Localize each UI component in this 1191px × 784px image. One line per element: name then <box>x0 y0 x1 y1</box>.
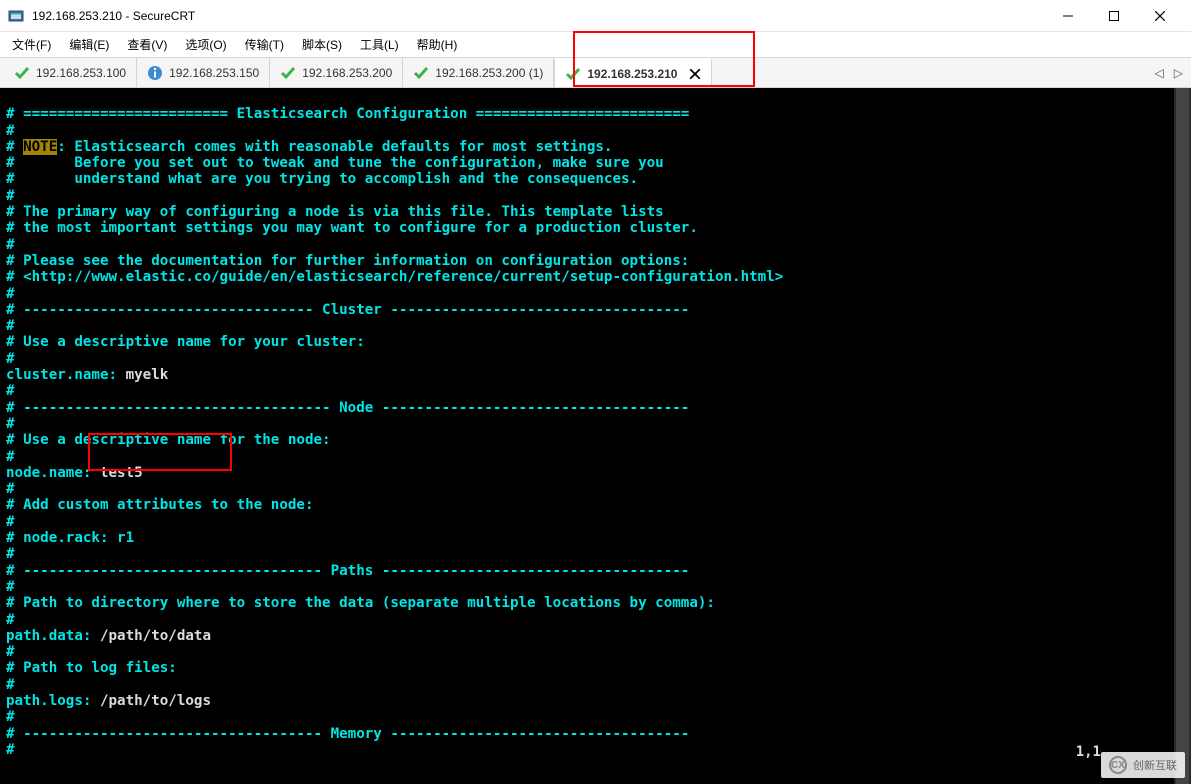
path-logs-value: /path/to/logs <box>91 693 211 709</box>
minimize-button[interactable] <box>1045 0 1091 32</box>
info-icon <box>147 65 163 81</box>
section-paths: # ----------------------------------- Pa… <box>6 563 689 579</box>
tab-label: 192.168.253.210 <box>587 67 677 81</box>
section-node: # ------------------------------------ N… <box>6 400 689 416</box>
cursor-position: 1,1 <box>1076 744 1101 760</box>
tab-scroll-left-icon[interactable]: ◁ <box>1155 66 1164 80</box>
attr-description: # Add custom attributes to the node: <box>6 497 314 513</box>
close-tab-icon[interactable] <box>689 68 701 80</box>
tab-scroll-arrows: ◁ ▷ <box>1155 58 1191 87</box>
config-header: # ======================== Elasticsearch… <box>6 106 689 122</box>
tab-session-1[interactable]: 192.168.253.150 <box>137 58 270 87</box>
window-titlebar: 192.168.253.210 - SecureCRT <box>0 0 1191 32</box>
node-name-value: test5 <box>91 465 142 481</box>
maximize-button[interactable] <box>1091 0 1137 32</box>
primary-line-2: # the most important settings you may wa… <box>6 220 698 236</box>
menu-help[interactable]: 帮助(H) <box>417 36 458 53</box>
node-description: # Use a descriptive name for the node: <box>6 432 331 448</box>
cluster-name-value: myelk <box>117 367 168 383</box>
tab-session-2[interactable]: 192.168.253.200 <box>270 58 403 87</box>
terminal-pane[interactable]: # ======================== Elasticsearch… <box>0 88 1191 784</box>
paths-description: # Path to directory where to store the d… <box>6 595 715 611</box>
watermark: CX 创新互联 <box>1101 752 1185 778</box>
check-icon <box>565 66 581 82</box>
note-label: NOTE <box>23 139 57 155</box>
node-rack-line: # node.rack: r1 <box>6 530 134 546</box>
tab-session-4[interactable]: 192.168.253.210 <box>554 58 712 87</box>
menu-file[interactable]: 文件(F) <box>12 36 51 53</box>
close-button[interactable] <box>1137 0 1183 32</box>
path-logs-key: path.logs: <box>6 693 91 709</box>
tab-scroll-right-icon[interactable]: ▷ <box>1174 66 1183 80</box>
menu-transfer[interactable]: 传输(T) <box>245 36 284 53</box>
menu-tools[interactable]: 工具(L) <box>360 36 399 53</box>
vertical-scrollbar[interactable] <box>1174 88 1191 784</box>
note-line-1: : Elasticsearch comes with reasonable de… <box>57 139 612 155</box>
note-line-3: # understand what are you trying to acco… <box>6 171 638 187</box>
cluster-description: # Use a descriptive name for your cluste… <box>6 334 365 350</box>
tab-label: 192.168.253.200 <box>302 66 392 80</box>
note-line-2: # Before you set out to tweak and tune t… <box>6 155 664 171</box>
menu-view[interactable]: 查看(V) <box>127 36 167 53</box>
tab-bar: 192.168.253.100 192.168.253.150 192.168.… <box>0 58 1191 88</box>
window-title: 192.168.253.210 - SecureCRT <box>32 9 195 23</box>
terminal-content: # ======================== Elasticsearch… <box>0 88 1191 776</box>
section-memory: # ----------------------------------- Me… <box>6 726 689 742</box>
app-icon <box>8 8 24 24</box>
doc-line-2: # <http://www.elastic.co/guide/en/elasti… <box>6 269 783 285</box>
path-data-key: path.data: <box>6 628 91 644</box>
node-name-key: node.name: <box>6 465 91 481</box>
watermark-text: 创新互联 <box>1133 757 1177 773</box>
menu-bar: 文件(F) 编辑(E) 查看(V) 选项(O) 传输(T) 脚本(S) 工具(L… <box>0 32 1191 58</box>
check-icon <box>280 65 296 81</box>
logs-description: # Path to log files: <box>6 660 177 676</box>
section-cluster: # ---------------------------------- Clu… <box>6 302 689 318</box>
menu-script[interactable]: 脚本(S) <box>302 36 342 53</box>
tab-label: 192.168.253.100 <box>36 66 126 80</box>
tab-session-0[interactable]: 192.168.253.100 <box>4 58 137 87</box>
menu-edit[interactable]: 编辑(E) <box>69 36 109 53</box>
watermark-icon: CX <box>1109 756 1127 774</box>
tab-label: 192.168.253.150 <box>169 66 259 80</box>
check-icon <box>14 65 30 81</box>
path-data-value: /path/to/data <box>91 628 211 644</box>
menu-options[interactable]: 选项(O) <box>185 36 226 53</box>
cluster-name-key: cluster.name: <box>6 367 117 383</box>
tab-label: 192.168.253.200 (1) <box>435 66 543 80</box>
doc-line-1: # Please see the documentation for furth… <box>6 253 689 269</box>
primary-line-1: # The primary way of configuring a node … <box>6 204 664 220</box>
tab-session-3[interactable]: 192.168.253.200 (1) <box>403 58 554 87</box>
check-icon <box>413 65 429 81</box>
